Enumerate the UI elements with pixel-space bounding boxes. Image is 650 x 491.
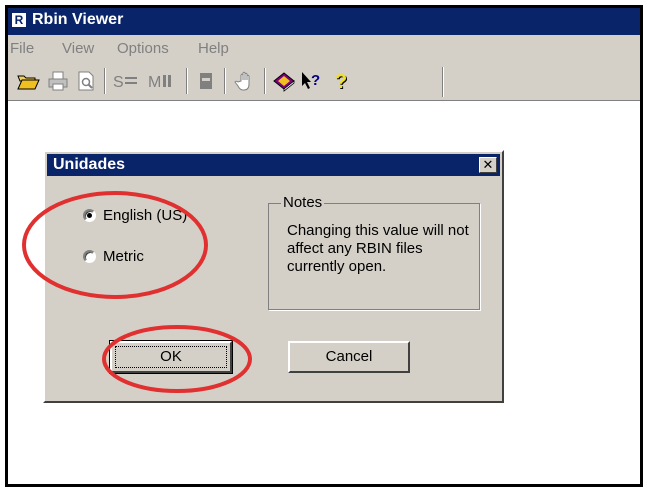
notes-text: Changing this value will not affect any … [287, 222, 469, 275]
print-preview-icon[interactable] [74, 69, 98, 93]
radio-label: English (US) [103, 207, 188, 224]
svg-text:S: S [113, 74, 124, 91]
menu-bar: File View Options Help [8, 35, 640, 63]
toolbar: S M ? ?? [8, 63, 640, 101]
radio-label: Metric [103, 248, 144, 265]
open-folder-icon[interactable] [16, 69, 40, 93]
svg-text:?: ? [311, 72, 320, 89]
radio-button-checked[interactable] [83, 209, 96, 222]
menu-options[interactable]: Options [117, 40, 169, 57]
cancel-label: Cancel [325, 348, 373, 365]
help-icon[interactable]: ?? [330, 69, 354, 94]
menu-file[interactable]: File [10, 40, 34, 57]
notes-group: Notes Changing this value will not affec… [268, 194, 480, 310]
focus-rect [115, 346, 227, 368]
print-icon[interactable] [46, 69, 70, 93]
hand-icon[interactable] [234, 69, 258, 93]
app-icon[interactable]: R [11, 12, 27, 28]
s-list-icon[interactable]: S [112, 69, 142, 93]
svg-text:?: ? [335, 71, 347, 93]
menu-help[interactable]: Help [198, 40, 229, 57]
close-icon[interactable]: ✕ [479, 157, 497, 173]
toolbar-separator [104, 68, 106, 94]
notes-title: Notes [281, 194, 325, 211]
toolbar-separator [186, 68, 188, 94]
ok-button[interactable]: OK [109, 340, 233, 374]
dialog-title-bar[interactable]: Unidades ✕ [47, 154, 500, 176]
title-bar[interactable]: R Rbin Viewer [8, 8, 640, 35]
dialog-title: Unidades [53, 156, 126, 173]
cancel-button[interactable]: Cancel [288, 341, 410, 373]
toolbar-separator [264, 68, 266, 94]
svg-text:M: M [148, 74, 161, 91]
window-title: Rbin Viewer [32, 11, 124, 28]
m-list-icon[interactable]: M [148, 69, 178, 93]
toolbar-end-separator [442, 67, 444, 97]
page-icon[interactable] [194, 69, 218, 93]
radio-button[interactable] [83, 250, 96, 263]
toolbar-separator [224, 68, 226, 94]
units-dialog: Unidades ✕ English (US) Metric Notes Cha… [43, 150, 504, 403]
menu-view[interactable]: View [62, 40, 94, 57]
context-help-icon[interactable]: ? [300, 69, 324, 93]
book-icon[interactable] [272, 69, 296, 93]
